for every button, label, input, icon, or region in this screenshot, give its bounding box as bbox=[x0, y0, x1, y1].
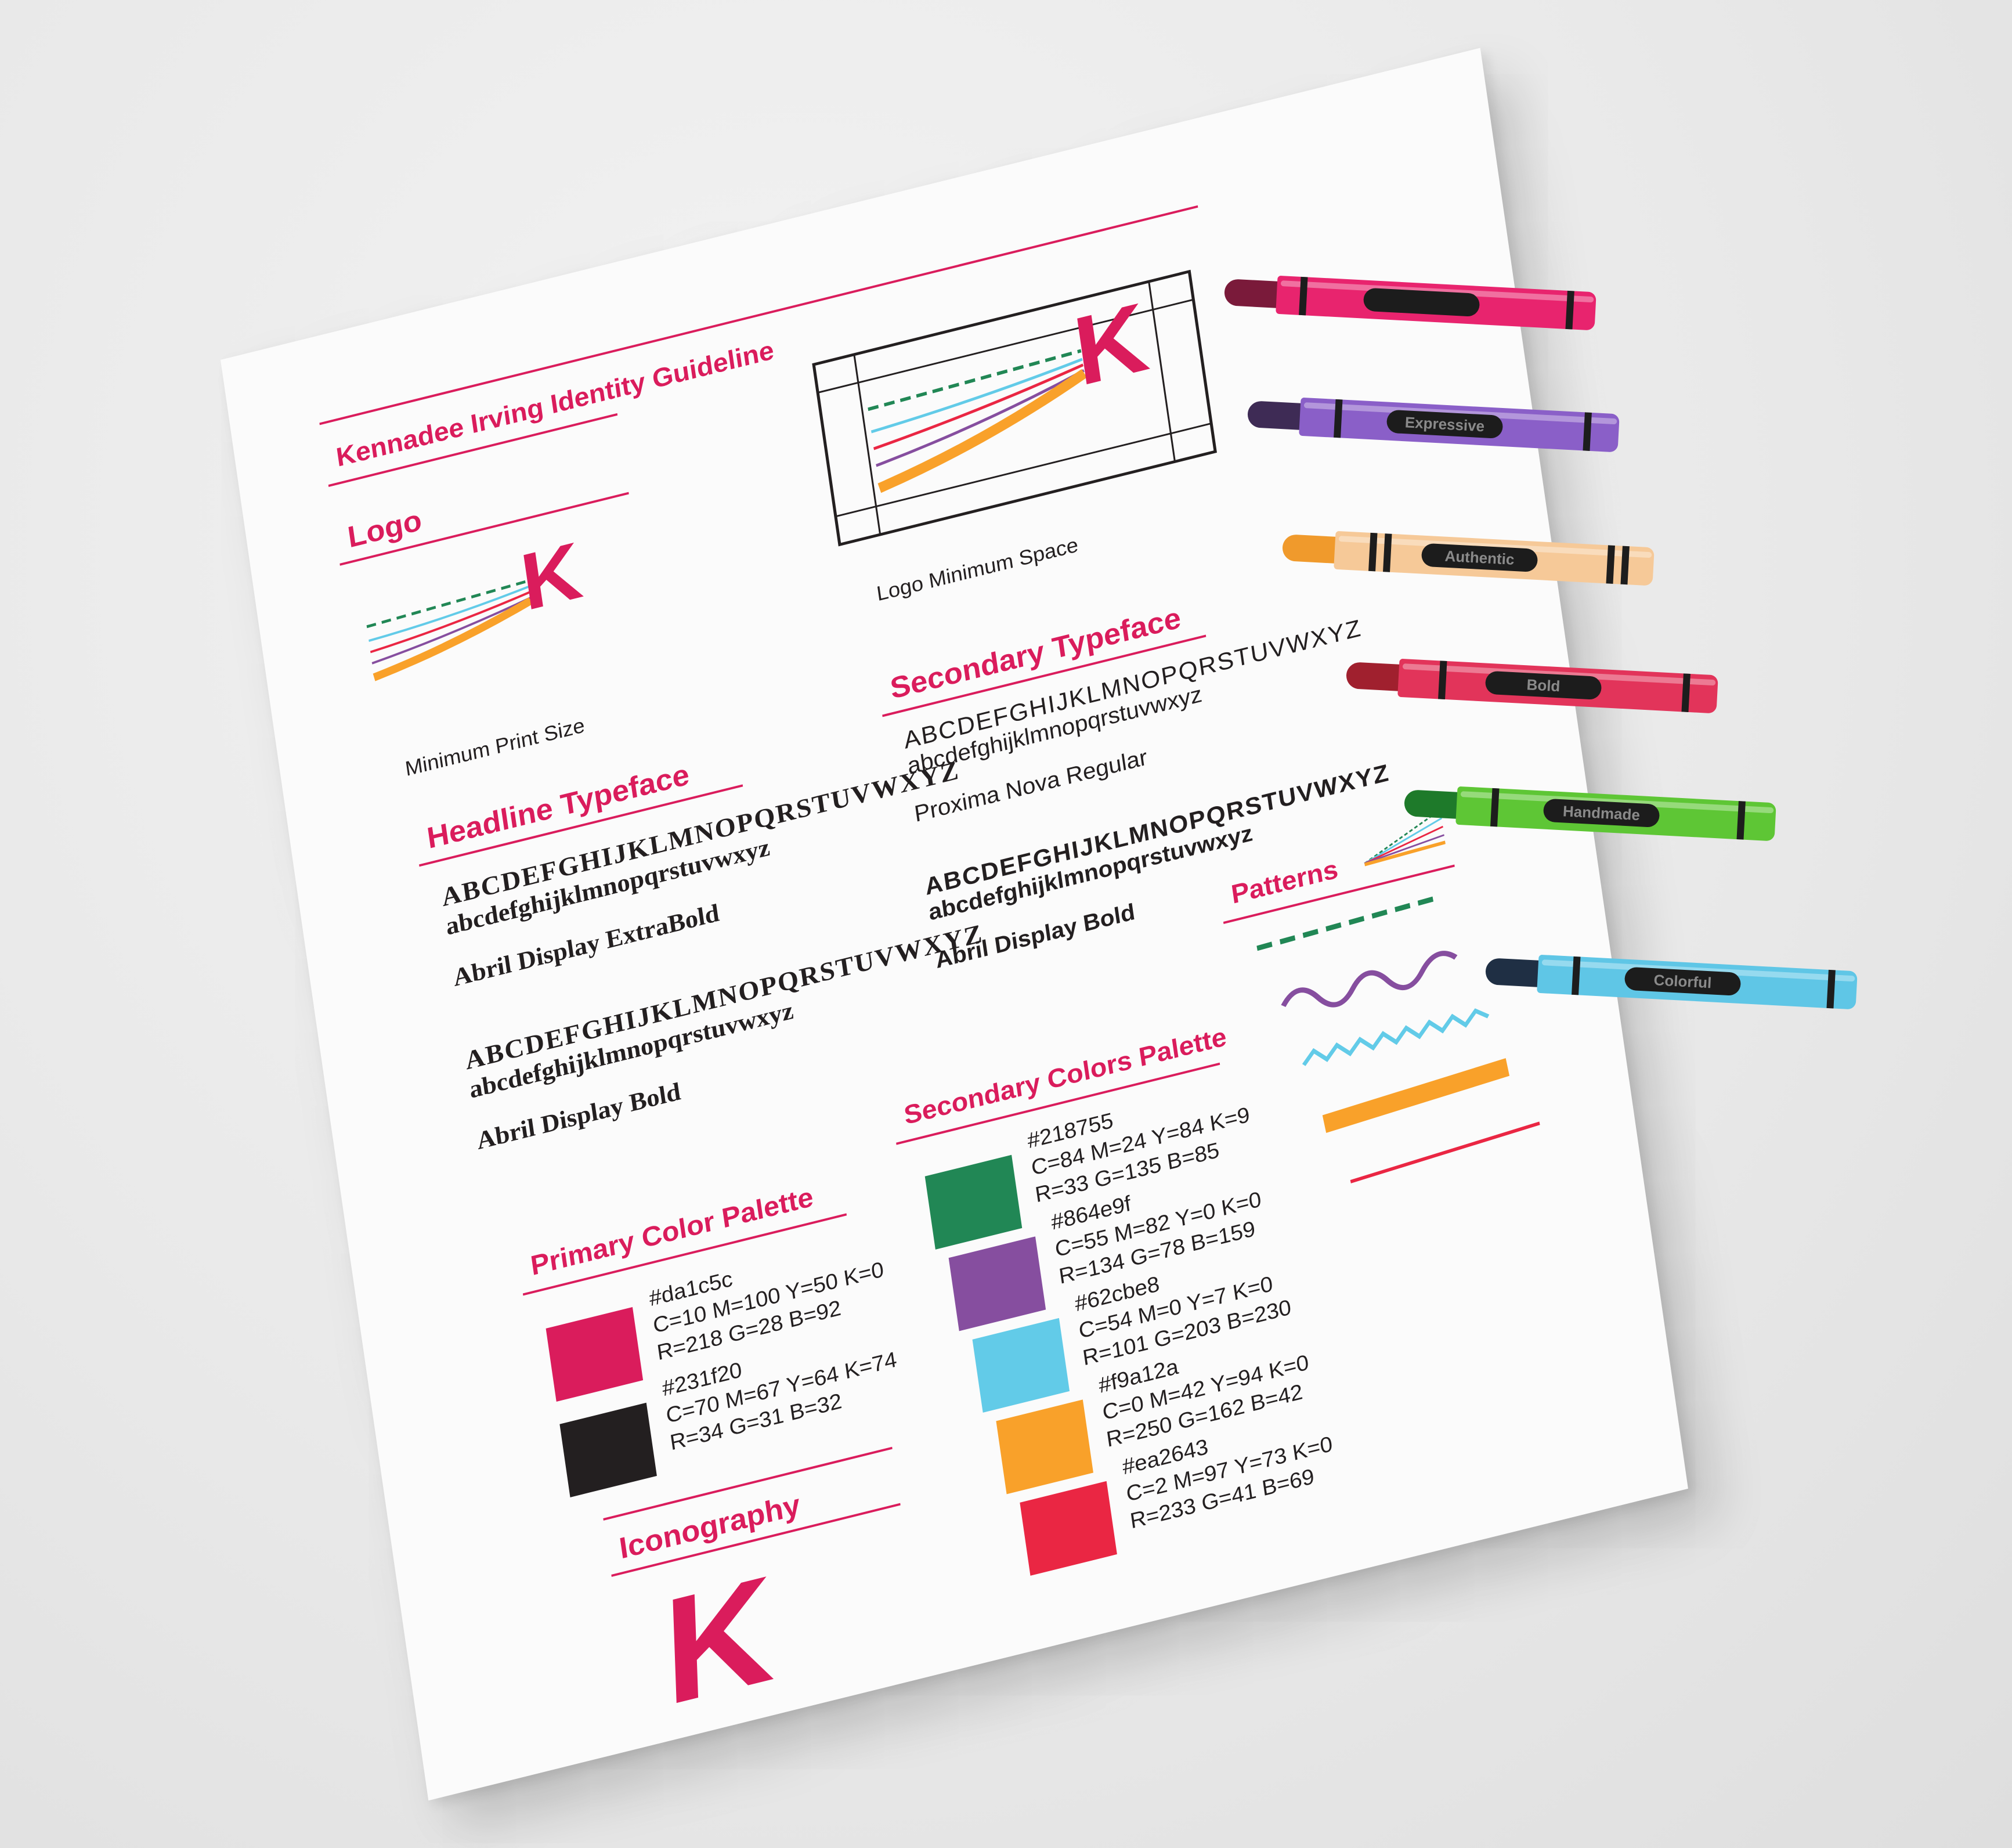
pattern-thin-red bbox=[1350, 1121, 1540, 1183]
secondary-swatch-5 bbox=[1020, 1481, 1117, 1576]
primary-swatch-2 bbox=[559, 1402, 657, 1497]
logo-letter-small: K bbox=[516, 529, 587, 627]
pattern-wave-purple bbox=[1281, 951, 1458, 1008]
primary-swatch-1 bbox=[546, 1306, 644, 1402]
secondary-swatch-3 bbox=[972, 1318, 1070, 1413]
iconography-k-icon: K bbox=[662, 1543, 776, 1738]
secondary-swatch-4 bbox=[996, 1399, 1093, 1495]
pattern-dashed-green bbox=[1256, 896, 1436, 951]
iconography-heading: Iconography bbox=[617, 1488, 803, 1566]
logo-min-space-diagram: K bbox=[812, 269, 1217, 547]
min-print-size-label: Minimum Print Size bbox=[403, 713, 586, 781]
pattern-zigzag-blue bbox=[1302, 1008, 1490, 1066]
secondary-swatch-2 bbox=[948, 1236, 1046, 1331]
logo-mark-small: K bbox=[366, 529, 587, 681]
secondary-swatch-1 bbox=[924, 1154, 1023, 1250]
patterns-swatches bbox=[1256, 896, 1540, 1183]
logo-letter-large: K bbox=[1068, 283, 1154, 407]
pattern-thick-orange bbox=[1322, 1058, 1510, 1133]
